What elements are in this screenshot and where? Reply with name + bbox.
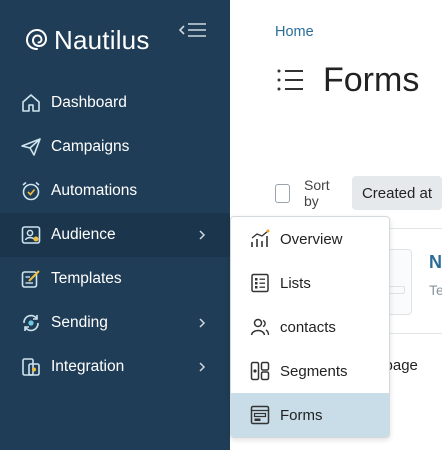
sort-label: Sort by (304, 177, 330, 209)
submenu-item-label: Forms (280, 406, 323, 424)
contacts-icon (250, 318, 270, 336)
alarm-clock-icon (22, 181, 40, 201)
nautilus-logo-icon (25, 28, 48, 50)
audience-submenu: Overview Lists contacts Segments Forms (230, 216, 390, 438)
sidebar-item-label: Sending (51, 314, 108, 331)
segments-icon (250, 361, 270, 381)
logo[interactable]: Nautilus (24, 24, 150, 56)
sync-icon (23, 314, 39, 332)
sidebar-collapse-button[interactable] (178, 20, 208, 42)
integration-icon (22, 358, 40, 376)
sort-select[interactable]: Created at (351, 176, 442, 210)
sidebar-item-audience[interactable]: Audience (0, 213, 230, 257)
edit-template-icon (21, 270, 40, 288)
submenu-item-overview[interactable]: Overview (231, 217, 389, 261)
sidebar: Nautilus Dashboard Campaigns Automations… (0, 0, 230, 450)
sidebar-item-dashboard[interactable]: Dashboard (0, 81, 230, 125)
sidebar-item-label: Integration (51, 358, 125, 375)
form-item-title[interactable]: N (429, 252, 442, 273)
sidebar-item-label: Automations (51, 182, 138, 199)
sidebar-item-campaigns[interactable]: Campaigns (0, 125, 230, 169)
forms-icon (250, 405, 270, 425)
submenu-item-contacts[interactable]: contacts (231, 305, 389, 349)
submenu-item-lists[interactable]: Lists (231, 261, 389, 305)
list-menu-icon (277, 69, 303, 91)
sidebar-item-label: Templates (51, 270, 122, 287)
select-all-checkbox[interactable] (275, 183, 291, 203)
list-icon (251, 273, 269, 293)
breadcrumb-home[interactable]: Home (275, 24, 314, 40)
submenu-item-label: Lists (280, 274, 311, 292)
sort-select-value: Created at (361, 184, 432, 202)
sidebar-item-label: Dashboard (51, 94, 127, 111)
sidebar-item-label: Campaigns (51, 138, 130, 155)
audience-icon (21, 226, 41, 244)
chevron-right-icon (199, 230, 206, 240)
submenu-item-label: contacts (280, 318, 336, 336)
app-name: Nautilus (54, 24, 150, 55)
sidebar-item-label: Audience (51, 226, 116, 243)
collapse-menu-icon (178, 23, 206, 37)
submenu-item-forms[interactable]: Forms (231, 393, 389, 437)
form-item-subtitle: Te (429, 282, 442, 298)
thumbnail-field (389, 286, 405, 294)
paper-plane-icon (21, 138, 41, 156)
sidebar-item-automations[interactable]: Automations (0, 169, 230, 213)
app-window: Nautilus Dashboard Campaigns Automations… (0, 0, 442, 450)
chevron-right-icon (199, 318, 206, 328)
submenu-item-label: Overview (280, 230, 343, 248)
sidebar-item-templates[interactable]: Templates (0, 257, 230, 301)
page-header: Forms (275, 60, 419, 100)
sidebar-nav: Dashboard Campaigns Automations Audience… (0, 81, 230, 389)
sort-toolbar: Sort by Created at (275, 176, 442, 210)
home-icon (22, 94, 40, 112)
chevron-right-icon (199, 362, 206, 372)
page-title: Forms (323, 60, 420, 99)
submenu-item-label: Segments (280, 362, 348, 380)
sidebar-item-sending[interactable]: Sending (0, 301, 230, 345)
chart-icon (251, 229, 270, 247)
submenu-item-segments[interactable]: Segments (231, 349, 389, 393)
sidebar-item-integration[interactable]: Integration (0, 345, 230, 389)
